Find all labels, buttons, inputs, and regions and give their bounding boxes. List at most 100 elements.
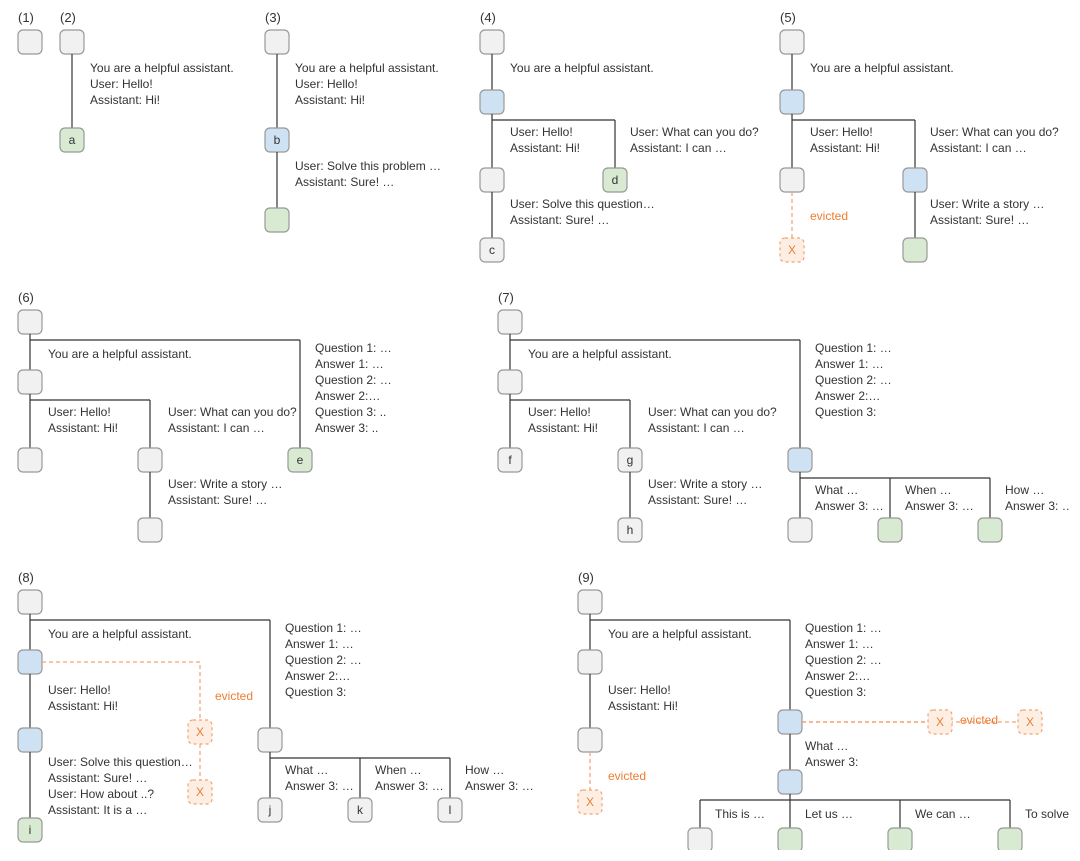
svg-text:User: Hello!: User: Hello!	[608, 683, 671, 697]
svg-text:Answer 2:…: Answer 2:…	[285, 669, 350, 683]
svg-text:Answer 1: …: Answer 1: …	[285, 637, 354, 651]
svg-text:d: d	[612, 173, 619, 187]
svg-text:When …: When …	[905, 483, 952, 497]
svg-text:Question 3:: Question 3:	[815, 405, 876, 419]
panel-label-9: (9)	[578, 570, 594, 585]
svg-text:User: What can you do?: User: What can you do?	[930, 125, 1059, 139]
svg-text:Assistant: Hi!: Assistant: Hi!	[295, 93, 365, 107]
svg-text:k: k	[357, 803, 364, 817]
svg-text:You are a helpful assistant.: You are a helpful assistant.	[295, 61, 439, 75]
svg-text:Assistant: I can …: Assistant: I can …	[630, 141, 727, 155]
svg-text:Answer 3: …: Answer 3: …	[465, 779, 534, 793]
svg-text:X: X	[586, 795, 594, 809]
svg-text:User: Solve this question…: User: Solve this question…	[48, 755, 193, 769]
svg-text:What …: What …	[805, 739, 848, 753]
svg-text:Assistant: Sure! …: Assistant: Sure! …	[295, 175, 394, 189]
panel-9: (9) You are a helpful assistant. User: H…	[578, 570, 1070, 850]
svg-text:evicted: evicted	[960, 713, 998, 727]
svg-text:j: j	[268, 803, 272, 817]
panel-label-7: (7)	[498, 290, 514, 305]
svg-text:Assistant: Sure! …: Assistant: Sure! …	[168, 493, 267, 507]
svg-text:Question 2: …: Question 2: …	[315, 373, 392, 387]
svg-text:User: What can you do?: User: What can you do?	[630, 125, 759, 139]
svg-text:User: Write a story …: User: Write a story …	[930, 197, 1044, 211]
diagram-svg: (1) (2) You are a helpful assistant. Use…	[10, 10, 1070, 850]
svg-text:Answer 3: …: Answer 3: …	[815, 499, 884, 513]
svg-text:You are a helpful assistant.: You are a helpful assistant.	[608, 627, 752, 641]
svg-text:Assistant: Sure! …: Assistant: Sure! …	[48, 771, 147, 785]
svg-text:Answer 3: ..: Answer 3: ..	[315, 421, 378, 435]
panel-3: (3) You are a helpful assistant. User: H…	[265, 10, 441, 232]
svg-text:User: Hello!: User: Hello!	[48, 405, 111, 419]
svg-text:X: X	[196, 785, 204, 799]
svg-text:Assistant: Sure! …: Assistant: Sure! …	[930, 213, 1029, 227]
svg-text:Answer 2:…: Answer 2:…	[815, 389, 880, 403]
svg-text:evicted: evicted	[215, 689, 253, 703]
svg-text:e: e	[297, 453, 304, 467]
svg-text:When …: When …	[375, 763, 422, 777]
svg-text:evicted: evicted	[608, 769, 646, 783]
svg-text:Answer 1: …: Answer 1: …	[815, 357, 884, 371]
svg-text:Answer 3: …: Answer 3: …	[285, 779, 354, 793]
svg-text:To solve …: To solve …	[1025, 807, 1070, 821]
panel-4: (4) You are a helpful assistant. User: H…	[480, 10, 759, 262]
svg-text:What …: What …	[285, 763, 328, 777]
svg-text:How …: How …	[465, 763, 504, 777]
svg-text:X: X	[1026, 715, 1034, 729]
svg-text:Question 1: …: Question 1: …	[805, 621, 882, 635]
panel-label-8: (8)	[18, 570, 34, 585]
svg-text:User: What can you do?: User: What can you do?	[648, 405, 777, 419]
panel-label-4: (4)	[480, 10, 496, 25]
svg-text:Assistant: Hi!: Assistant: Hi!	[810, 141, 880, 155]
svg-text:User: Write a story …: User: Write a story …	[648, 477, 762, 491]
svg-text:X: X	[196, 725, 204, 739]
svg-text:Answer 3:: Answer 3:	[805, 755, 858, 769]
svg-text:Question 1: …: Question 1: …	[315, 341, 392, 355]
svg-text:Question 3: ..: Question 3: ..	[315, 405, 386, 419]
svg-text:User: Hello!: User: Hello!	[295, 77, 358, 91]
svg-text:Answer 1: …: Answer 1: …	[805, 637, 874, 651]
svg-text:h: h	[627, 523, 634, 537]
panel-label-6: (6)	[18, 290, 34, 305]
svg-text:a: a	[69, 133, 76, 147]
svg-text:User: How about ..?: User: How about ..?	[48, 787, 154, 801]
svg-text:User: Hello!: User: Hello!	[528, 405, 591, 419]
svg-text:X: X	[936, 715, 944, 729]
svg-text:User: Hello!: User: Hello!	[510, 125, 573, 139]
panel-5: (5) You are a helpful assistant. User: H…	[780, 10, 1059, 262]
svg-text:Assistant: It is a …: Assistant: It is a …	[48, 803, 147, 817]
panel-label-2: (2)	[60, 10, 76, 25]
svg-text:How …: How …	[1005, 483, 1044, 497]
svg-text:Assistant: Hi!: Assistant: Hi!	[48, 421, 118, 435]
svg-text:You are a helpful assistant.: You are a helpful assistant.	[510, 61, 654, 75]
svg-text:User: Write a story …: User: Write a story …	[168, 477, 282, 491]
panel-label-1: (1)	[18, 10, 34, 25]
svg-text:Assistant: I can …: Assistant: I can …	[930, 141, 1027, 155]
svg-text:Assistant: Hi!: Assistant: Hi!	[90, 93, 160, 107]
svg-text:l: l	[449, 803, 452, 817]
panel-label-3: (3)	[265, 10, 281, 25]
svg-text:Answer 2:…: Answer 2:…	[805, 669, 870, 683]
svg-text:X: X	[788, 243, 796, 257]
svg-text:Assistant: Hi!: Assistant: Hi!	[510, 141, 580, 155]
svg-text:i: i	[29, 823, 32, 837]
svg-text:User: Hello!: User: Hello!	[90, 77, 153, 91]
svg-text:Assistant: Sure! …: Assistant: Sure! …	[510, 213, 609, 227]
svg-text:Assistant: I can …: Assistant: I can …	[168, 421, 265, 435]
svg-text:Assistant: Hi!: Assistant: Hi!	[48, 699, 118, 713]
svg-text:This is …: This is …	[715, 807, 765, 821]
svg-text:g: g	[627, 453, 634, 467]
svg-text:Answer 3: …: Answer 3: …	[905, 499, 974, 513]
svg-text:You are a helpful assistant.: You are a helpful assistant.	[528, 347, 672, 361]
svg-text:Question 2: …: Question 2: …	[285, 653, 362, 667]
svg-text:Question 3:: Question 3:	[805, 685, 866, 699]
svg-text:c: c	[489, 243, 495, 257]
svg-text:Answer 1: …: Answer 1: …	[315, 357, 384, 371]
svg-text:You are a helpful assistant.: You are a helpful assistant.	[810, 61, 954, 75]
svg-text:User: Solve this problem …: User: Solve this problem …	[295, 159, 441, 173]
panel-1-2: (1) (2) You are a helpful assistant. Use…	[18, 10, 234, 152]
svg-text:User: Hello!: User: Hello!	[48, 683, 111, 697]
svg-text:Assistant: Sure! …: Assistant: Sure! …	[648, 493, 747, 507]
svg-text:What …: What …	[815, 483, 858, 497]
svg-text:User: Hello!: User: Hello!	[810, 125, 873, 139]
